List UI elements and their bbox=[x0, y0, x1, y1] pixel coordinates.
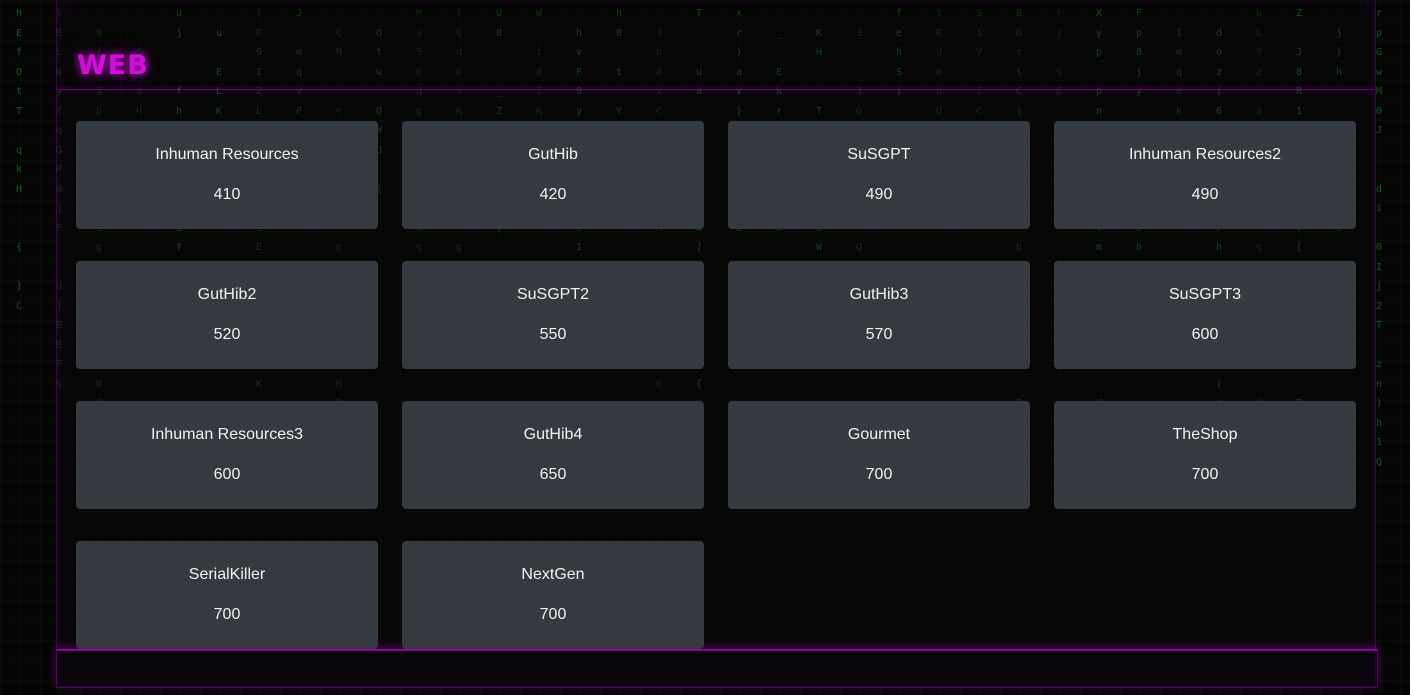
challenge-name: GutHib4 bbox=[523, 426, 583, 443]
challenge-name: Inhuman Resources2 bbox=[1128, 146, 1282, 163]
challenge-name: SuSGPT bbox=[847, 146, 911, 163]
challenge-name: Inhuman Resources bbox=[155, 146, 299, 163]
challenge-card[interactable]: GutHib 420 bbox=[402, 121, 704, 229]
challenge-card[interactable]: NextGen 700 bbox=[402, 541, 704, 649]
challenge-name: TheShop bbox=[1172, 426, 1238, 443]
challenge-name: SuSGPT2 bbox=[516, 286, 590, 303]
challenge-card[interactable]: SerialKiller 700 bbox=[76, 541, 378, 649]
challenge-points: 700 bbox=[865, 466, 893, 483]
challenge-name: Gourmet bbox=[847, 426, 911, 443]
challenge-card[interactable]: GutHib4 650 bbox=[402, 401, 704, 509]
challenge-points: 410 bbox=[213, 186, 241, 203]
challenge-card[interactable]: SuSGPT 490 bbox=[728, 121, 1030, 229]
challenge-grid: Inhuman Resources 410 GutHib 420 SuSGPT … bbox=[76, 121, 1356, 649]
challenge-points: 490 bbox=[865, 186, 893, 203]
challenge-points: 550 bbox=[539, 326, 567, 343]
footer-bar bbox=[56, 649, 1378, 688]
challenge-name: SerialKiller bbox=[188, 566, 266, 583]
challenge-card[interactable]: Inhuman Resources3 600 bbox=[76, 401, 378, 509]
challenge-name: SuSGPT3 bbox=[1168, 286, 1242, 303]
challenge-points: 520 bbox=[213, 326, 241, 343]
challenge-points: 420 bbox=[539, 186, 567, 203]
challenge-card[interactable]: Inhuman Resources2 490 bbox=[1054, 121, 1356, 229]
title-divider bbox=[58, 89, 1374, 90]
challenge-name: GutHib bbox=[528, 146, 578, 163]
challenge-points: 700 bbox=[213, 606, 241, 623]
challenge-card[interactable]: Gourmet 700 bbox=[728, 401, 1030, 509]
challenge-points: 570 bbox=[865, 326, 893, 343]
challenge-points: 700 bbox=[1191, 466, 1219, 483]
challenge-points: 490 bbox=[1191, 186, 1219, 203]
challenge-card[interactable]: TheShop 700 bbox=[1054, 401, 1356, 509]
challenge-card[interactable]: SuSGPT2 550 bbox=[402, 261, 704, 369]
challenge-points: 700 bbox=[539, 606, 567, 623]
challenge-card[interactable]: GutHib2 520 bbox=[76, 261, 378, 369]
challenge-name: NextGen bbox=[521, 566, 585, 583]
challenge-name: Inhuman Resources3 bbox=[150, 426, 304, 443]
challenge-points: 600 bbox=[213, 466, 241, 483]
challenge-card[interactable]: Inhuman Resources 410 bbox=[76, 121, 378, 229]
challenge-points: 650 bbox=[539, 466, 567, 483]
challenge-name: GutHib2 bbox=[197, 286, 257, 303]
challenge-points: 600 bbox=[1191, 326, 1219, 343]
category-title: WEB bbox=[77, 50, 149, 81]
challenge-card[interactable]: GutHib3 570 bbox=[728, 261, 1030, 369]
challenge-card[interactable]: SuSGPT3 600 bbox=[1054, 261, 1356, 369]
challenge-name: GutHib3 bbox=[849, 286, 909, 303]
